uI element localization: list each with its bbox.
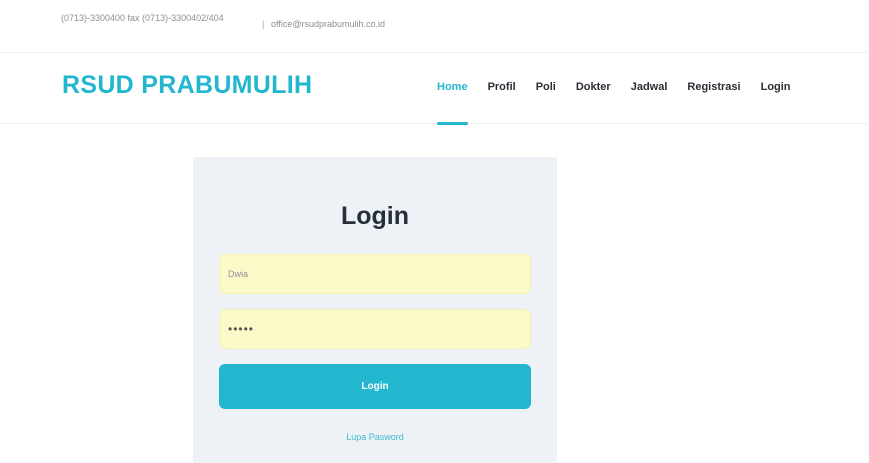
- nav-home[interactable]: Home: [437, 81, 468, 125]
- nav-profil[interactable]: Profil: [488, 81, 516, 93]
- forgot-password-link[interactable]: Lupa Pasword: [193, 432, 557, 442]
- login-title: Login: [340, 202, 410, 230]
- nav-dokter[interactable]: Dokter: [576, 81, 611, 93]
- username-input[interactable]: [219, 254, 531, 294]
- nav-login[interactable]: Login: [761, 81, 791, 93]
- nav-poli[interactable]: Poli: [536, 81, 556, 93]
- nav-registrasi[interactable]: Registrasi: [687, 81, 740, 93]
- main-nav: Home Profil Poli Dokter Jadwal Registras…: [437, 81, 791, 125]
- contact-separator: |: [262, 19, 265, 29]
- phone-fax-text: (0713)-3300400 fax (0713)-3300402/404: [61, 13, 224, 23]
- password-input[interactable]: [219, 309, 531, 349]
- login-button[interactable]: Login: [219, 364, 531, 409]
- login-card: Login Login Lupa Pasword: [193, 157, 557, 463]
- site-header: RSUD PRABUMULIH Home Profil Poli Dokter …: [0, 53, 869, 125]
- page: (0713)-3300400 fax (0713)-3300402/404 | …: [0, 0, 869, 463]
- site-logo-text[interactable]: RSUD PRABUMULIH: [62, 71, 312, 100]
- nav-jadwal[interactable]: Jadwal: [631, 81, 668, 93]
- contact-bar: (0713)-3300400 fax (0713)-3300402/404 | …: [0, 0, 869, 53]
- email-link[interactable]: office@rsudprabumulih.co.id: [271, 19, 385, 29]
